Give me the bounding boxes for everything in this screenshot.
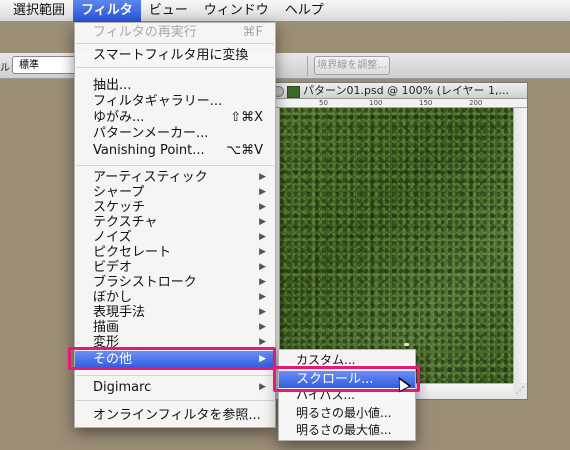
menu-item-label: ビデオ [93, 260, 133, 275]
ruler-tick-label: 200 [469, 99, 483, 107]
menu-item-label: スケッチ [93, 200, 146, 215]
menu-item-label: 抽出... [93, 78, 132, 93]
shortcut-label: ⇧⌘X [230, 110, 263, 125]
menu-item-label: ブラシストローク [93, 275, 197, 290]
menu-item-liquify[interactable]: ゆがみ... ⇧⌘X [75, 110, 275, 125]
menu-item-digimarc[interactable]: Digimarc ▶ [75, 380, 275, 395]
refine-edge-button[interactable]: 境界線を調整... [314, 56, 390, 75]
menu-item-blur[interactable]: ぼかし ▶ [75, 290, 275, 305]
menu-item-artistic[interactable]: アーティスティック ▶ [75, 170, 275, 185]
menu-item-sketch[interactable]: スケッチ ▶ [75, 200, 275, 215]
menu-item-convert-smart-filter[interactable]: スマートフィルタ用に変換 [75, 48, 275, 63]
menu-item-label: ゆがみ... [93, 110, 145, 125]
grass-canvas[interactable] [280, 108, 513, 383]
menu-item-render[interactable]: 描画 ▶ [75, 320, 275, 335]
menu-window[interactable]: ウィンドウ [196, 0, 277, 22]
submenu-item-maximum[interactable]: 明るさの最大値... [279, 423, 415, 438]
menu-item-label: スマートフィルタ用に変換 [93, 48, 249, 63]
menu-separator [76, 165, 274, 166]
submenu-arrow-icon: ▶ [259, 307, 266, 317]
other-submenu: カスタム... スクロール... ハイパス... 明るさの最小値... 明るさの… [278, 349, 416, 441]
menu-help[interactable]: ヘルプ [277, 0, 332, 22]
submenu-arrow-icon: ▶ [259, 172, 266, 182]
submenu-arrow-icon: ▶ [259, 217, 266, 227]
menu-filter[interactable]: フィルタ [73, 0, 141, 22]
menu-item-browse-online-filters[interactable]: オンラインフィルタを参照... [75, 408, 275, 423]
ruler-tick-label: 100 [369, 99, 383, 107]
menu-item-noise[interactable]: ノイズ ▶ [75, 230, 275, 245]
submenu-arrow-icon: ▶ [259, 262, 266, 272]
ruler-tick-label: 150 [419, 99, 433, 107]
submenu-arrow-icon: ▶ [259, 277, 266, 287]
menu-item-brush-strokes[interactable]: ブラシストローク ▶ [75, 275, 275, 290]
menu-item-label: アーティスティック [93, 170, 208, 185]
shortcut-label: ⌘F [242, 25, 263, 40]
submenu-arrow-icon: ▶ [259, 292, 266, 302]
menu-item-label: オンラインフィルタを参照... [93, 408, 261, 423]
menu-item-label: シャープ [93, 185, 145, 200]
document-thumbnail-icon [287, 86, 300, 98]
callout-other-highlight [68, 347, 276, 370]
menu-item-sharpen[interactable]: シャープ ▶ [75, 185, 275, 200]
menu-item-video[interactable]: ビデオ ▶ [75, 260, 275, 275]
menu-view[interactable]: ビュー [141, 0, 196, 22]
resize-grip-icon[interactable]: ⋰ [513, 383, 527, 399]
submenu-arrow-icon: ▶ [259, 382, 266, 392]
ruler-tick-label: 50 [319, 99, 328, 107]
submenu-arrow-icon: ▶ [259, 232, 266, 242]
shortcut-label: ⌥⌘V [226, 143, 263, 158]
menu-item-label: Digimarc [93, 380, 152, 395]
menu-item-label: ぼかし [93, 290, 133, 305]
menu-item-label: ノイズ [93, 230, 132, 245]
menu-item-reapply-filter: フィルタの再実行 ⌘F [75, 25, 275, 40]
menu-item-label: ピクセレート [93, 245, 172, 260]
submenu-arrow-icon: ▶ [259, 202, 266, 212]
menu-item-label: 描画 [93, 320, 120, 335]
menu-item-pattern-maker[interactable]: パターンメーカー... [75, 126, 275, 141]
menu-item-filter-gallery[interactable]: フィルタギャラリー... [75, 94, 275, 109]
grass-speck [404, 343, 409, 346]
menu-bar: 選択範囲 フィルタ ビュー ウィンドウ ヘルプ [0, 0, 570, 22]
menu-separator [76, 400, 274, 401]
document-title-bar[interactable]: パターン01.psd @ 100% (レイヤー 1,... [271, 83, 527, 99]
menu-separator [76, 375, 274, 376]
menu-item-label: テクスチャ [93, 215, 158, 230]
menu-item-label: 表現手法 [93, 305, 146, 320]
menu-item-label: フィルタの再実行 [93, 25, 197, 40]
menu-item-texture[interactable]: テクスチャ ▶ [75, 215, 275, 230]
submenu-arrow-icon: ▶ [259, 187, 266, 197]
vertical-scrollbar[interactable] [513, 108, 527, 383]
menu-item-pixelate[interactable]: ピクセレート ▶ [75, 245, 275, 260]
options-separator [307, 56, 308, 76]
menu-item-stylize[interactable]: 表現手法 ▶ [75, 305, 275, 320]
menu-item-label: Vanishing Point... [93, 143, 205, 158]
submenu-item-minimum[interactable]: 明るさの最小値... [279, 406, 415, 421]
menu-item-vanishing-point[interactable]: Vanishing Point... ⌥⌘V [75, 143, 275, 158]
menu-select[interactable]: 選択範囲 [0, 0, 73, 22]
submenu-arrow-icon: ▶ [259, 247, 266, 257]
style-select[interactable]: 標準 [12, 56, 82, 74]
menu-separator [76, 67, 274, 68]
horizontal-ruler[interactable]: 50 100 150 200 [271, 99, 527, 108]
menu-item-extract[interactable]: 抽出... [75, 78, 275, 93]
menu-item-label: パターンメーカー... [93, 126, 209, 141]
menu-separator [76, 43, 274, 44]
submenu-arrow-icon: ▶ [259, 322, 266, 332]
menu-item-label: フィルタギャラリー... [93, 94, 223, 109]
document-title: パターン01.psd @ 100% (レイヤー 1,... [303, 84, 510, 97]
